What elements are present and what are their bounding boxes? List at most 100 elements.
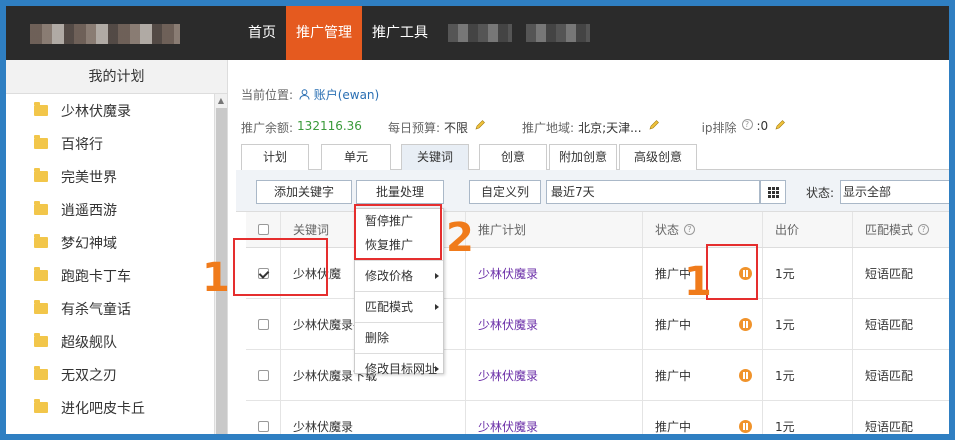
folder-icon: [34, 366, 48, 380]
pause-icon[interactable]: [739, 317, 752, 331]
tab-plan[interactable]: 计划: [241, 144, 309, 170]
pause-icon[interactable]: [739, 419, 752, 433]
keyword-cell: 少林伏魔录: [280, 401, 465, 434]
sidebar-item-plan[interactable]: 梦幻神域: [6, 226, 214, 259]
row-checkbox[interactable]: [258, 369, 269, 381]
menu-item-edit-price[interactable]: 修改价格: [355, 264, 443, 288]
plan-cell: 少林伏魔录: [465, 248, 642, 298]
sidebar-item-plan[interactable]: 少林伏魔录: [6, 94, 214, 127]
row-checkbox[interactable]: [258, 420, 269, 432]
sidebar-item-plan[interactable]: 百将行: [6, 127, 214, 160]
help-icon[interactable]: ?: [741, 119, 753, 130]
table-row[interactable]: 少林伏魔 少林伏魔录 推广中 1元 短语匹配: [246, 248, 949, 299]
sidebar-item-plan[interactable]: 进化吧皮卡丘: [6, 391, 214, 424]
pause-icon[interactable]: [739, 368, 752, 382]
nav-promotion-management[interactable]: 推广管理: [286, 6, 362, 60]
budget-value: 不限: [444, 121, 469, 135]
edit-region-icon[interactable]: [648, 119, 660, 131]
header-status-label: 状态: [655, 223, 680, 237]
sidebar-item-label: 跑跑卡丁车: [61, 268, 131, 285]
sidebar-item-plan[interactable]: 超级舰队: [6, 325, 214, 358]
table-row[interactable]: 少林伏魔录手 少林伏魔录 推广中 1元 短语匹配: [246, 299, 949, 350]
menu-item-label: 修改目标网址: [365, 362, 438, 376]
nav-promotion-tools[interactable]: 推广工具: [362, 6, 438, 60]
select-all-checkbox[interactable]: [258, 224, 269, 235]
header-status: 状态?: [642, 212, 762, 247]
bid-cell[interactable]: 1元: [762, 299, 852, 349]
status-filter-select[interactable]: 显示全部: [840, 180, 949, 204]
sidebar-item-label: 逍遥西游: [61, 202, 117, 219]
edit-budget-icon[interactable]: [474, 119, 486, 131]
tab-keyword[interactable]: 关键词: [401, 144, 469, 171]
nav-item-blurred[interactable]: [448, 24, 512, 42]
table-row[interactable]: 少林伏魔录 少林伏魔录 推广中 1元 短语匹配: [246, 401, 949, 434]
header-match-label: 匹配模式: [865, 223, 914, 237]
edit-ip-icon[interactable]: [774, 119, 786, 131]
help-icon[interactable]: ?: [684, 224, 696, 235]
annotation-step-1: 1: [202, 255, 230, 301]
menu-item-edit-url[interactable]: 修改目标网址: [355, 357, 443, 381]
sidebar-item-label: 超级舰队: [61, 334, 117, 351]
status-cell: 推广中: [642, 299, 762, 349]
plan-link[interactable]: 少林伏魔录: [478, 367, 538, 384]
help-icon[interactable]: ?: [918, 224, 930, 235]
nav-item-blurred[interactable]: [526, 24, 590, 42]
bid-cell[interactable]: 1元: [762, 401, 852, 434]
annotation-step-2: 2: [446, 215, 474, 261]
scroll-up-arrow-icon[interactable]: ▲: [215, 94, 227, 108]
menu-divider: [355, 291, 443, 292]
sidebar-item-plan[interactable]: 无双之刃: [6, 358, 214, 391]
nav-home[interactable]: 首页: [238, 6, 286, 60]
calendar-button[interactable]: [760, 180, 786, 204]
sidebar-item-label: 进化吧皮卡丘: [61, 400, 145, 417]
plan-link[interactable]: 少林伏魔录: [478, 418, 538, 435]
plan-link[interactable]: 少林伏魔录: [478, 265, 538, 282]
plan-list: 少林伏魔录 百将行 完美世界 逍遥西游 梦幻神域 跑跑卡丁车 有杀气童话 超级舰…: [6, 94, 214, 424]
plan-cell: 少林伏魔录: [465, 350, 642, 400]
custom-columns-button[interactable]: 自定义列: [469, 180, 541, 204]
sidebar-item-label: 少林伏魔录: [61, 103, 131, 120]
row-select-cell: [246, 299, 280, 349]
date-range-input[interactable]: 最近7天: [546, 180, 760, 204]
folder-icon: [34, 300, 48, 314]
app-window: 首页 推广管理 推广工具 我的计划 少林伏魔录 百将行 完美世界 逍遥西游 梦幻…: [6, 6, 949, 434]
menu-item-delete[interactable]: 删除: [355, 326, 443, 350]
top-navbar: 首页 推广管理 推广工具: [6, 6, 949, 60]
batch-process-button[interactable]: 批量处理: [356, 180, 444, 204]
menu-divider: [355, 260, 443, 261]
status-text: 推广中: [655, 419, 692, 434]
breadcrumb-account-link[interactable]: 账户(ewan): [314, 88, 380, 102]
annotation-step-1: 1: [684, 259, 712, 305]
status-text: 推广中: [655, 317, 692, 332]
row-checkbox[interactable]: [258, 318, 269, 330]
match-cell: 短语匹配: [852, 299, 949, 349]
plan-cell: 少林伏魔录: [465, 401, 642, 434]
plan-link[interactable]: 少林伏魔录: [478, 316, 538, 333]
sidebar-title: 我的计划: [6, 60, 227, 94]
table-row[interactable]: 少林伏魔录下载 少林伏魔录 推广中 1元 短语匹配: [246, 350, 949, 401]
status-cell: 推广中: [642, 401, 762, 434]
breadcrumb-prefix: 当前位置:: [241, 88, 294, 102]
plan-sidebar: 我的计划 少林伏魔录 百将行 完美世界 逍遥西游 梦幻神域 跑跑卡丁车 有杀气童…: [6, 60, 228, 434]
sidebar-item-plan[interactable]: 有杀气童话: [6, 292, 214, 325]
sidebar-item-plan[interactable]: 逍遥西游: [6, 193, 214, 226]
bid-cell[interactable]: 1元: [762, 350, 852, 400]
highlight-pause-icon: [706, 244, 758, 300]
keyword-toolbar: 添加关键字 批量处理 自定义列 最近7天 状态: 显示全部: [236, 170, 949, 212]
plan-cell: 少林伏魔录: [465, 299, 642, 349]
tab-creative[interactable]: 创意: [479, 144, 547, 170]
main-content: 当前位置: 账户(ewan) 推广余额: 132116.36 每日预算: 不限 …: [236, 60, 949, 434]
tab-advanced-creative[interactable]: 高级创意: [619, 144, 697, 170]
sidebar-item-plan[interactable]: 完美世界: [6, 160, 214, 193]
account-info-line: 推广余额: 132116.36 每日预算: 不限 推广地域: 北京;天津... …: [241, 119, 786, 136]
tab-unit[interactable]: 单元: [321, 144, 391, 170]
match-cell: 短语匹配: [852, 401, 949, 434]
ip-exclude-value: :0: [756, 119, 769, 133]
sidebar-item-label: 梦幻神域: [61, 235, 117, 252]
add-keyword-button[interactable]: 添加关键字: [256, 180, 352, 204]
user-icon: [299, 89, 310, 100]
sidebar-item-plan[interactable]: 跑跑卡丁车: [6, 259, 214, 292]
tab-extra-creative[interactable]: 附加创意: [549, 144, 617, 170]
menu-item-match-mode[interactable]: 匹配模式: [355, 295, 443, 319]
bid-cell[interactable]: 1元: [762, 248, 852, 298]
